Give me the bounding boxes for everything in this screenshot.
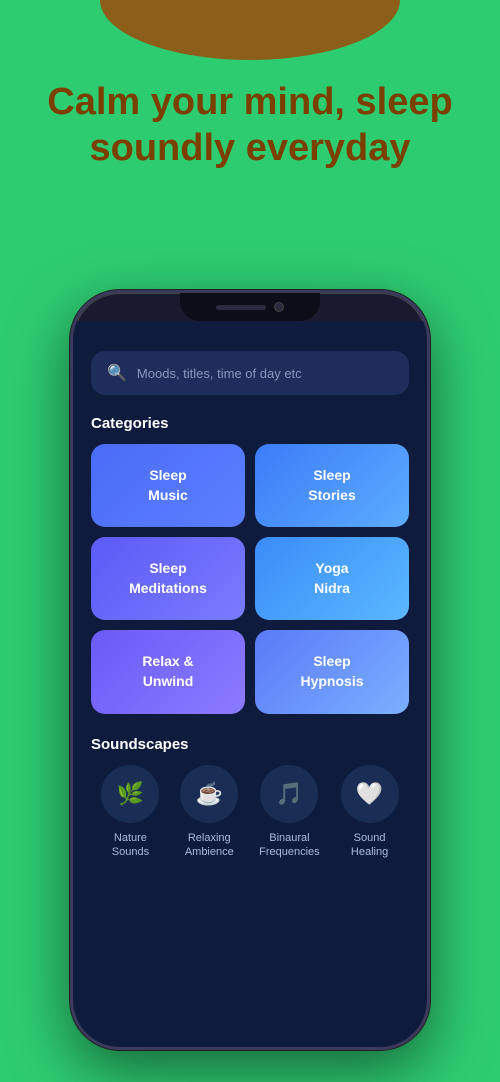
- phone-power-button: [427, 413, 430, 473]
- soundscapes-row: 🌿 NatureSounds ☕ RelaxingAmbience 🎵 Bina…: [91, 765, 409, 860]
- hero-title: Calm your mind, sleep soundly everyday: [40, 80, 460, 171]
- nature-sounds-label: NatureSounds: [112, 831, 149, 860]
- sound-healing-label: SoundHealing: [351, 831, 388, 860]
- soundscape-nature-sounds[interactable]: 🌿 NatureSounds: [101, 765, 159, 860]
- phone-notch: [180, 293, 320, 321]
- categories-label: Categories: [91, 415, 409, 432]
- top-arc-decoration: [100, 0, 400, 60]
- soundscape-binaural-frequencies[interactable]: 🎵 BinauralFrequencies: [259, 765, 320, 860]
- binaural-frequencies-icon: 🎵: [260, 765, 318, 823]
- soundscape-sound-healing[interactable]: 🤍 SoundHealing: [341, 765, 399, 860]
- phone-camera: [274, 302, 284, 312]
- phone-speaker: [216, 305, 266, 310]
- soundscapes-label: Soundscapes: [91, 736, 409, 753]
- phone-screen: 🔍 Moods, titles, time of day etc Categor…: [73, 321, 427, 1047]
- search-placeholder-text: Moods, titles, time of day etc: [137, 366, 302, 381]
- phone-mockup: 🔍 Moods, titles, time of day etc Categor…: [70, 290, 430, 1050]
- category-sleep-stories[interactable]: SleepStories: [255, 444, 409, 527]
- category-sleep-meditations[interactable]: SleepMeditations: [91, 537, 245, 620]
- relaxing-ambience-icon: ☕: [180, 765, 238, 823]
- search-bar[interactable]: 🔍 Moods, titles, time of day etc: [91, 351, 409, 395]
- category-sleep-hypnosis[interactable]: SleepHypnosis: [255, 630, 409, 713]
- sound-healing-icon: 🤍: [341, 765, 399, 823]
- relaxing-ambience-label: RelaxingAmbience: [185, 831, 234, 860]
- binaural-frequencies-label: BinauralFrequencies: [259, 831, 320, 860]
- category-yoga-nidra[interactable]: YogaNidra: [255, 537, 409, 620]
- nature-sounds-icon: 🌿: [101, 765, 159, 823]
- hero-section: Calm your mind, sleep soundly everyday: [0, 80, 500, 171]
- category-sleep-music[interactable]: SleepMusic: [91, 444, 245, 527]
- search-icon: 🔍: [107, 363, 127, 383]
- category-relax-unwind[interactable]: Relax &Unwind: [91, 630, 245, 713]
- categories-grid: SleepMusic SleepStories SleepMeditations…: [91, 444, 409, 714]
- soundscape-relaxing-ambience[interactable]: ☕ RelaxingAmbience: [180, 765, 238, 860]
